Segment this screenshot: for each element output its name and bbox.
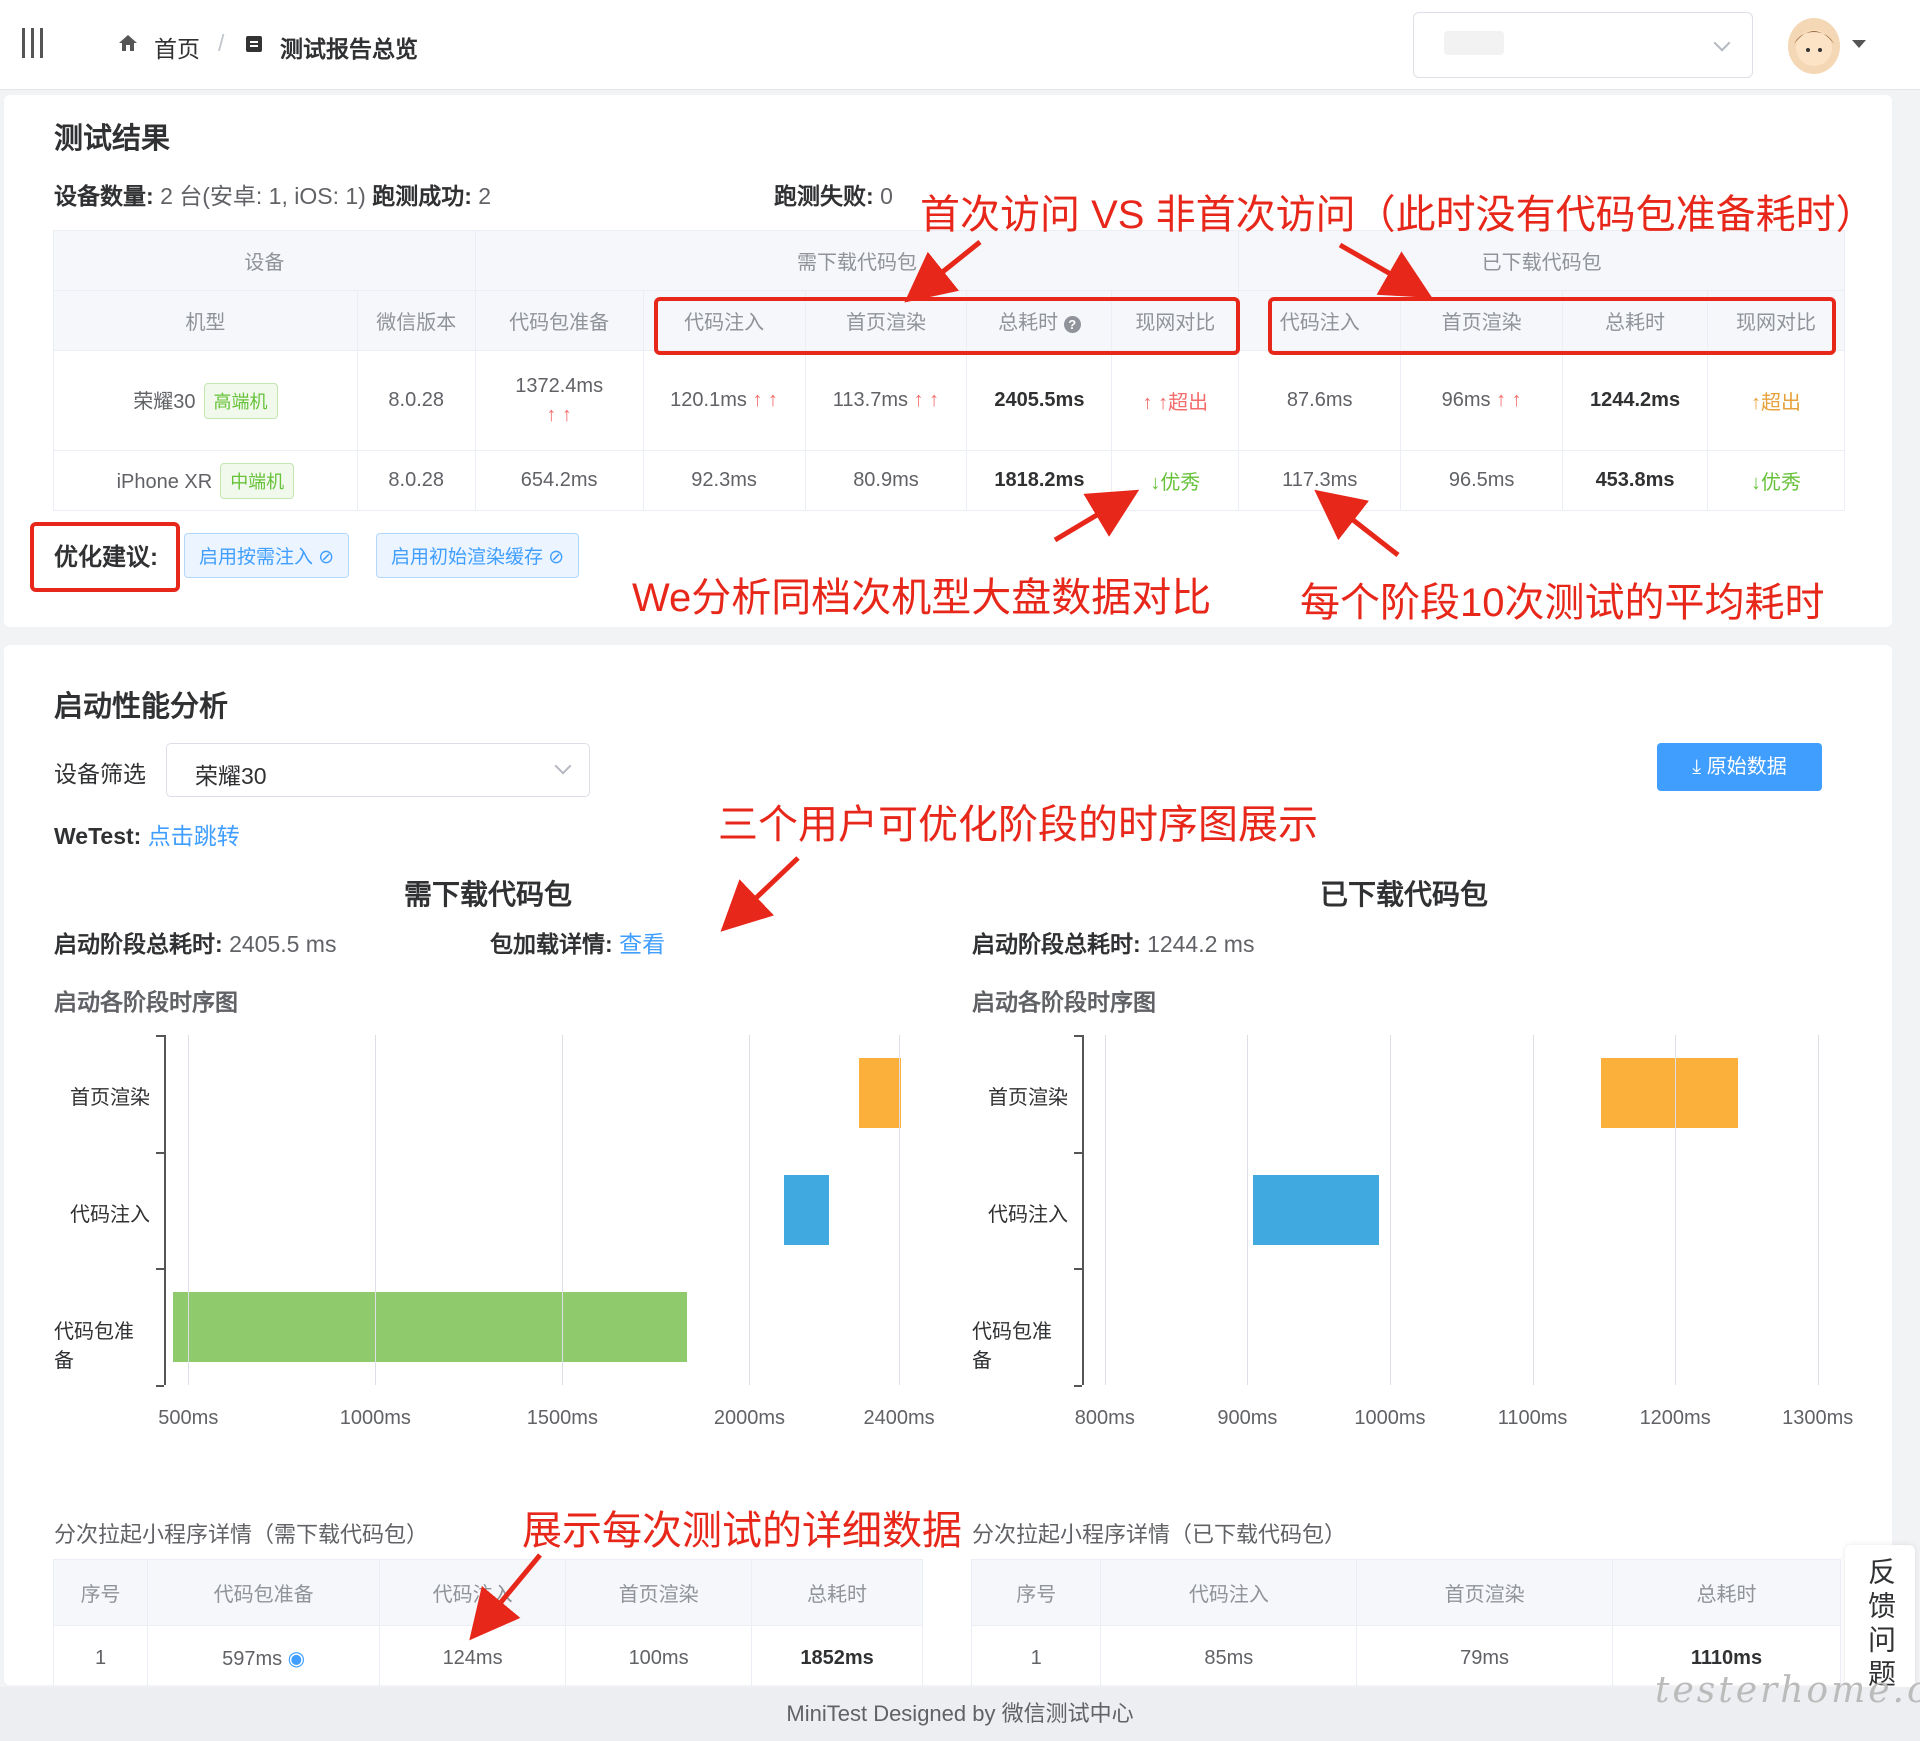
annotation-arrows [469, 240, 1433, 1641]
footer: MiniTest Designed by 微信测试中心 [0, 1687, 1920, 1741]
watermark: testerhome.com [1655, 1670, 1920, 1711]
